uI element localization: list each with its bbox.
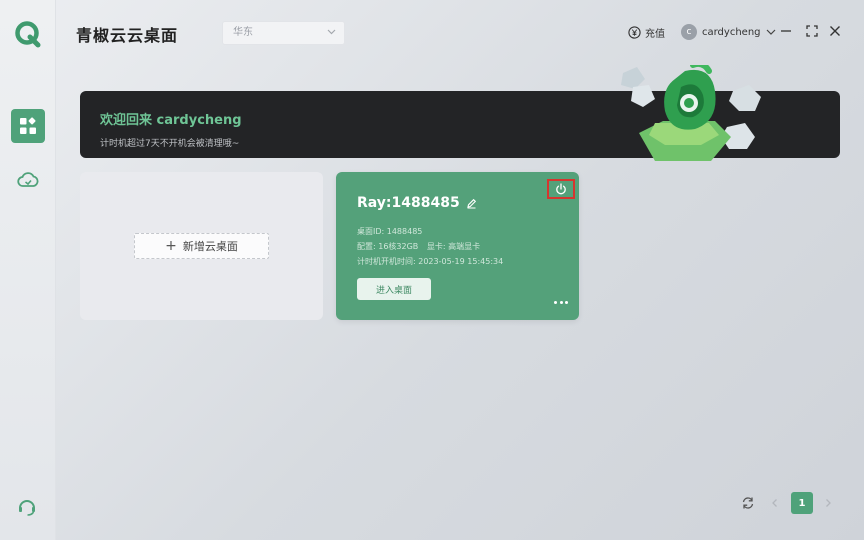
power-icon <box>556 183 566 195</box>
nav-cloud-button[interactable] <box>11 163 45 197</box>
maximize-icon[interactable] <box>805 24 819 38</box>
add-desktop-label: 新增云桌面 <box>182 240 238 253</box>
edit-pencil-icon[interactable] <box>466 198 477 209</box>
refresh-icon[interactable] <box>741 492 755 514</box>
chevron-down-icon <box>766 29 775 35</box>
welcome-banner: 欢迎回来 cardycheng 计时机超过7天不开机会被清理哦~ <box>80 65 840 161</box>
nav-desktops-button[interactable] <box>11 109 45 143</box>
cloud-icon <box>17 172 39 187</box>
plus-icon: + <box>165 238 177 254</box>
desktop-name: Ray:1488485 <box>357 195 460 211</box>
chevron-down-icon <box>327 29 336 35</box>
enter-desktop-button[interactable]: 进入桌面 <box>357 278 431 300</box>
yen-coin-icon <box>628 25 641 39</box>
app-logo-icon <box>15 21 41 48</box>
app-title: 青椒云云桌面 <box>76 26 179 45</box>
desktop-name-row: Ray:1488485 <box>357 195 477 211</box>
avatar: c <box>681 24 697 40</box>
desktop-gpu: 显卡: 高端显卡 <box>426 242 481 251</box>
prev-page-icon[interactable] <box>769 492 781 514</box>
add-desktop-card: + 新增云桌面 <box>80 172 323 320</box>
desktop-card: Ray:1488485 桌面ID: 1488485 配置: 16核32GB 显卡… <box>336 172 579 320</box>
recharge-label: 充值 <box>645 28 665 40</box>
add-desktop-button[interactable]: + 新增云桌面 <box>134 233 269 259</box>
desktop-id: 桌面ID: 1488485 <box>357 227 423 236</box>
user-menu[interactable]: c cardycheng <box>681 22 776 42</box>
banner-subtitle: 计时机超过7天不开机会被清理哦~ <box>100 139 240 149</box>
region-selected-value: 华东 <box>233 27 253 38</box>
banner-title: 欢迎回来 cardycheng <box>100 113 242 128</box>
pepper-mascot-illustration <box>621 65 761 161</box>
region-select[interactable]: 华东 <box>222 21 345 45</box>
desktop-boot-time: 计时机开机时间: 2023-05-19 15:45:34 <box>357 257 504 266</box>
power-button[interactable] <box>547 179 575 199</box>
recharge-button[interactable]: 充值 <box>628 22 665 42</box>
minimize-icon[interactable] <box>779 24 793 38</box>
sidebar <box>0 0 56 540</box>
apps-grid-icon <box>20 117 36 134</box>
desktop-config-row: 配置: 16核32GB 显卡: 高端显卡 <box>357 241 480 252</box>
next-page-icon[interactable] <box>822 492 834 514</box>
customer-service-icon[interactable] <box>16 496 38 518</box>
desktop-config: 配置: 16核32GB <box>357 242 419 251</box>
page-number-button[interactable]: 1 <box>791 492 813 514</box>
username-label: cardycheng <box>702 26 761 38</box>
more-options-icon[interactable] <box>554 298 568 306</box>
close-icon[interactable] <box>828 24 842 38</box>
